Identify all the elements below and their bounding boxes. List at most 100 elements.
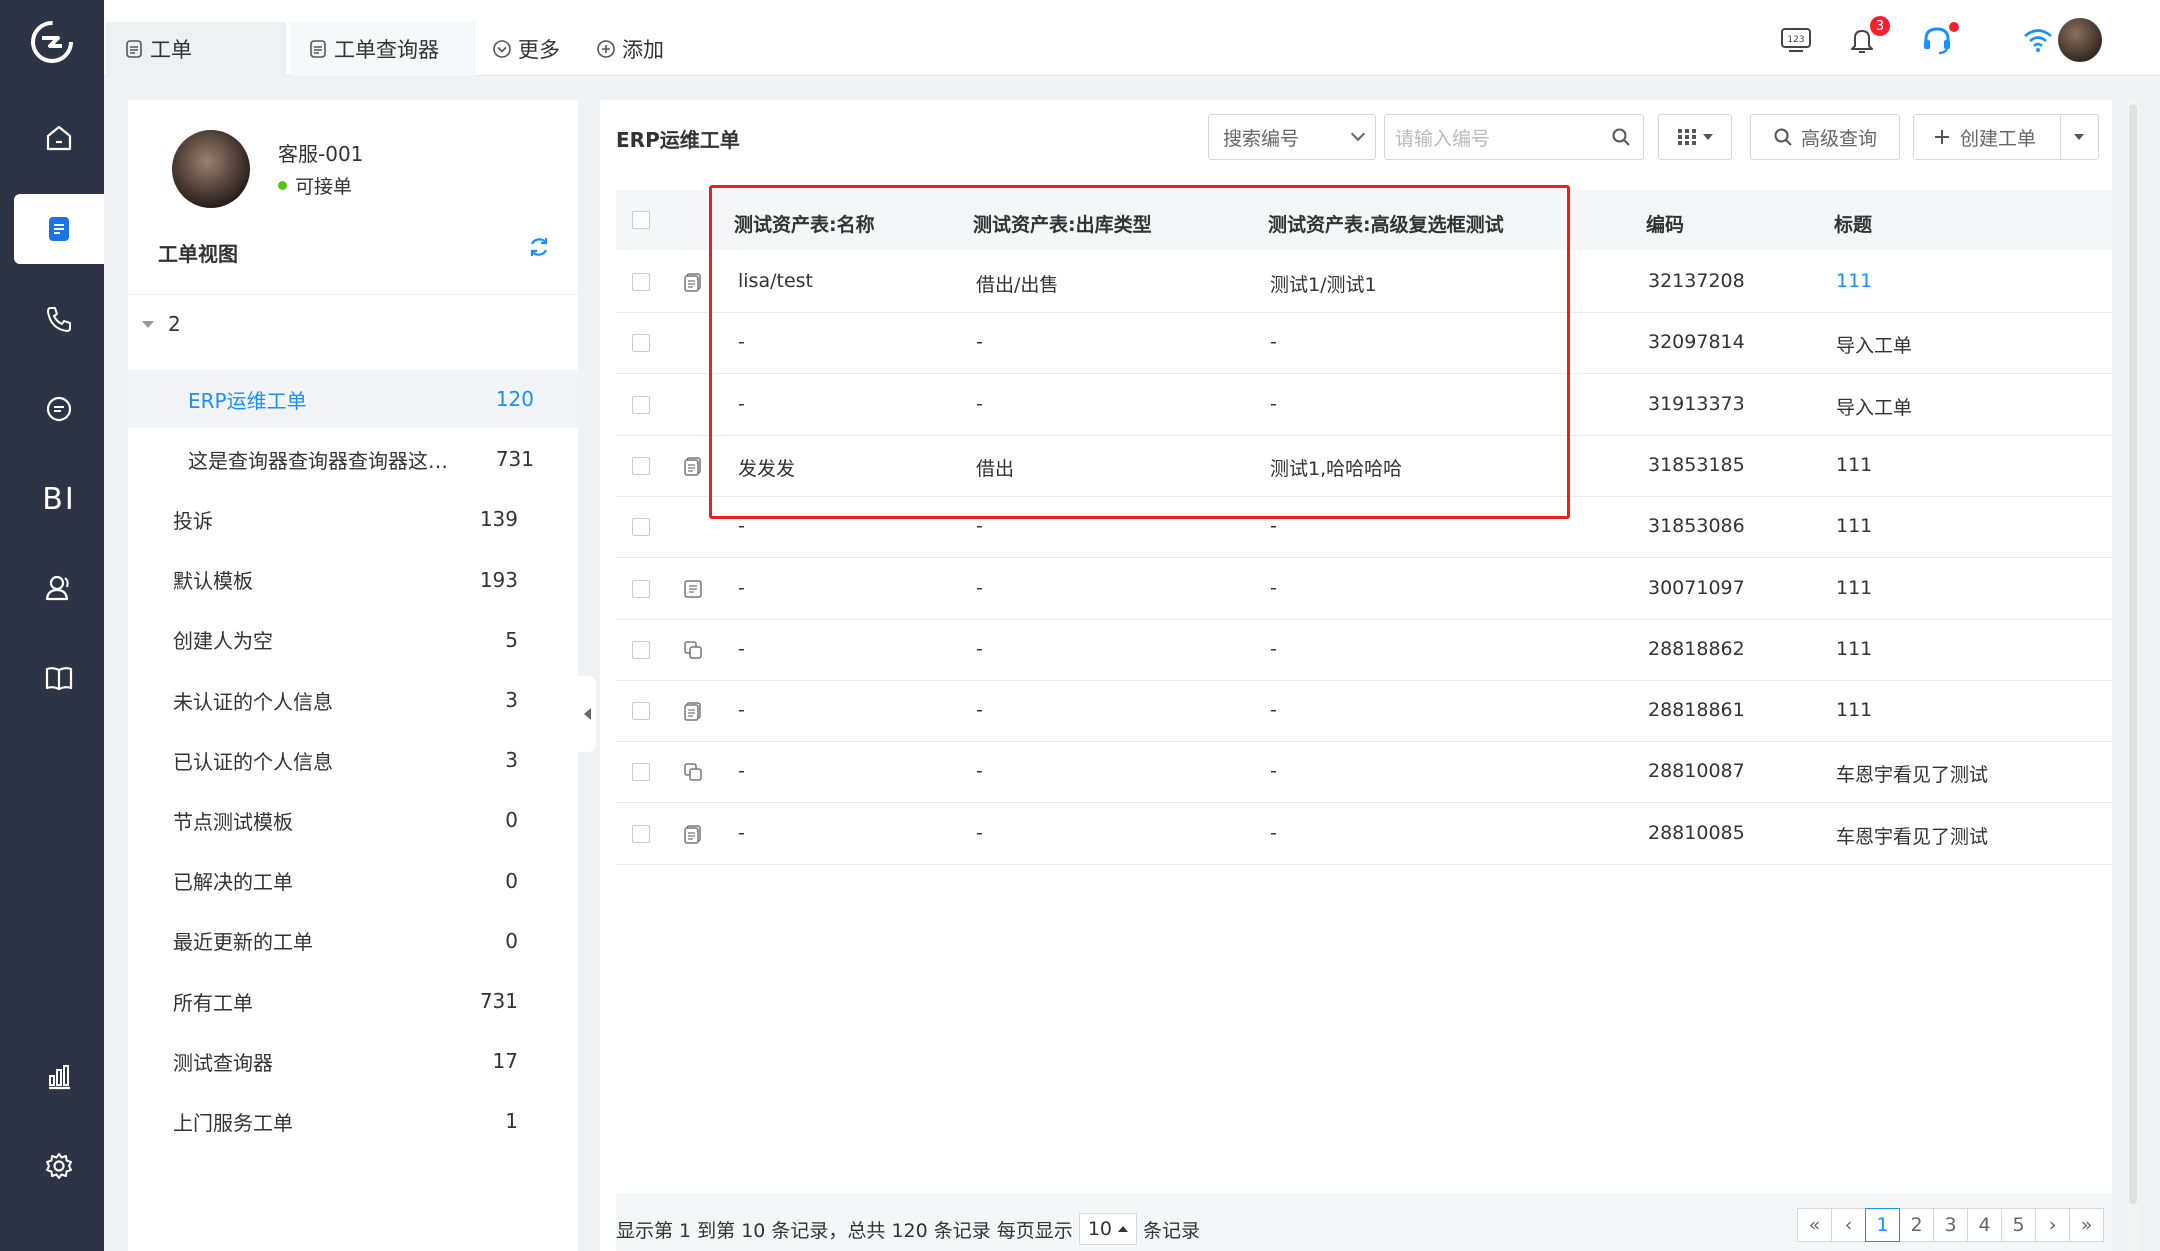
tab-ticket-query[interactable]: 工单查询器 <box>290 22 476 76</box>
nav-tickets[interactable] <box>14 194 104 264</box>
caret-down-icon[interactable] <box>2074 134 2084 140</box>
nav-phone[interactable] <box>14 284 104 354</box>
table-row[interactable]: - - - 28810087 车恩宇看见了测试 <box>616 742 2112 804</box>
keyboard-button[interactable]: 123 <box>1774 18 1818 62</box>
search-icon[interactable] <box>1611 127 1631 147</box>
view-item[interactable]: 已认证的个人信息 3 <box>128 731 578 789</box>
prev-page-button[interactable]: ‹ <box>1831 1208 1866 1242</box>
search-input[interactable]: 请输入编号 <box>1384 114 1644 160</box>
document-icon[interactable] <box>682 823 704 845</box>
create-ticket-label: 创建工单 <box>1960 127 2037 150</box>
cell-title: 车恩宇看见了测试 <box>1836 764 1989 787</box>
view-item[interactable]: 已解决的工单 0 <box>128 852 578 910</box>
user-avatar-top[interactable] <box>2058 18 2102 62</box>
row-checkbox[interactable] <box>632 702 650 721</box>
first-page-button[interactable]: « <box>1797 1208 1832 1242</box>
advanced-query-button[interactable]: 高级查询 <box>1750 114 1900 160</box>
view-item[interactable]: ERP运维工单 120 <box>128 370 578 428</box>
view-item[interactable]: 未认证的个人信息 3 <box>128 671 578 729</box>
nav-chat[interactable] <box>14 374 104 444</box>
table-row[interactable]: - - - 31853086 111 <box>616 497 2112 559</box>
pagination-suffix: 条记录 <box>1143 1219 1201 1242</box>
create-ticket-button[interactable]: 创建工单 <box>1913 114 2099 160</box>
column-header[interactable]: 测试资产表:出库类型 <box>973 210 1152 237</box>
view-item[interactable]: 默认模板 193 <box>128 551 578 609</box>
row-checkbox[interactable] <box>632 456 650 475</box>
view-group[interactable]: 2 <box>142 312 181 336</box>
tab-more[interactable]: 更多 <box>492 22 560 76</box>
cell-type: 借出 <box>976 457 1015 480</box>
column-header[interactable]: 编码 <box>1646 210 1684 237</box>
column-settings-button[interactable] <box>1658 114 1732 160</box>
refresh-icon[interactable] <box>526 234 552 260</box>
copy-icon[interactable] <box>682 761 704 783</box>
view-item[interactable]: 测试查询器 17 <box>128 1032 578 1090</box>
tab-add[interactable]: 添加 <box>596 22 664 76</box>
table-row[interactable]: - - - 28818861 111 <box>616 681 2112 743</box>
home-icon <box>46 125 72 151</box>
nav-bi[interactable]: BI <box>14 464 104 534</box>
list-icon[interactable] <box>682 578 704 600</box>
page-button[interactable]: 3 <box>1933 1208 1968 1242</box>
notification-button[interactable]: 3 <box>1840 16 1890 62</box>
page-button[interactable]: 2 <box>1899 1208 1934 1242</box>
document-icon[interactable] <box>682 700 704 722</box>
scrollbar-thumb[interactable] <box>2129 104 2137 1204</box>
document-icon[interactable] <box>682 271 704 293</box>
nav-knowledge[interactable] <box>14 643 104 713</box>
cell-title[interactable]: 111 <box>1836 270 1872 292</box>
document-icon[interactable] <box>682 455 704 477</box>
row-checkbox[interactable] <box>632 395 650 414</box>
column-header[interactable]: 测试资产表:名称 <box>734 210 875 237</box>
app-logo-icon[interactable] <box>28 18 76 66</box>
column-header[interactable]: 标题 <box>1834 210 1872 237</box>
last-page-button[interactable]: » <box>2069 1208 2104 1242</box>
view-item[interactable]: 节点测试模板 0 <box>128 791 578 849</box>
row-checkbox[interactable] <box>632 824 650 843</box>
view-item[interactable]: 这是查询器查询器查询器这… 731 <box>128 430 578 488</box>
row-checkbox[interactable] <box>632 763 650 782</box>
table-row[interactable]: - - - 31913373 导入工单 <box>616 375 2112 436</box>
tab-tickets[interactable]: 工单 <box>106 22 286 76</box>
select-all-checkbox[interactable] <box>632 211 650 229</box>
table-row[interactable]: - - - 30071097 111 <box>616 559 2112 620</box>
agent-status[interactable]: 可接单 <box>278 172 352 199</box>
page-button[interactable]: 5 <box>2001 1208 2036 1242</box>
cell-multi: 测试1/测试1 <box>1270 274 1377 296</box>
column-header[interactable]: 测试资产表:高级复选框测试 <box>1268 210 1504 237</box>
view-item[interactable]: 上门服务工单 1 <box>128 1092 578 1150</box>
cell-type: - <box>976 821 983 844</box>
view-item[interactable]: 创建人为空 5 <box>128 611 578 669</box>
headset-button[interactable] <box>1915 18 1959 62</box>
page-scrollbar[interactable] <box>2128 100 2138 1251</box>
table-row[interactable]: - - - 32097814 导入工单 <box>616 313 2112 375</box>
table-row[interactable]: lisa/test 借出/出售 测试1/测试1 32137208 111 <box>616 252 2112 313</box>
ticket-list-panel: ERP运维工单 搜索编号 请输入编号 高级查询 创建工单 测试资产表:名称 测试… <box>600 100 2112 1251</box>
page-button[interactable]: 1 <box>1865 1208 1900 1242</box>
view-item[interactable]: 所有工单 731 <box>128 972 578 1030</box>
collapse-panel-handle[interactable] <box>578 676 596 752</box>
page-button[interactable]: 4 <box>1967 1208 2002 1242</box>
next-page-button[interactable]: › <box>2035 1208 2070 1242</box>
page-size-select[interactable]: 10 <box>1078 1213 1137 1245</box>
view-item-label: 所有工单 <box>173 990 253 1015</box>
nav-home[interactable] <box>14 103 104 173</box>
view-item[interactable]: 最近更新的工单 0 <box>128 912 578 970</box>
table-row[interactable]: - - - 28818862 111 <box>616 620 2112 681</box>
nav-contacts[interactable] <box>14 553 104 623</box>
row-checkbox[interactable] <box>632 518 650 537</box>
nav-settings[interactable] <box>14 1131 104 1201</box>
cell-type: - <box>976 576 983 599</box>
view-item-label: 最近更新的工单 <box>173 930 313 955</box>
row-checkbox[interactable] <box>632 640 650 659</box>
nav-stats[interactable] <box>14 1042 104 1112</box>
table-row[interactable]: - - - 28810085 车恩宇看见了测试 <box>616 804 2112 865</box>
copy-icon[interactable] <box>682 639 704 661</box>
view-item[interactable]: 投诉 139 <box>128 490 578 548</box>
search-field-select[interactable]: 搜索编号 <box>1208 114 1376 160</box>
table-row[interactable]: 发发发 借出 测试1,哈哈哈哈 31853185 111 <box>616 436 2112 497</box>
row-checkbox[interactable] <box>632 334 650 353</box>
wifi-status[interactable] <box>2016 18 2060 62</box>
row-checkbox[interactable] <box>632 579 650 598</box>
row-checkbox[interactable] <box>632 273 650 291</box>
